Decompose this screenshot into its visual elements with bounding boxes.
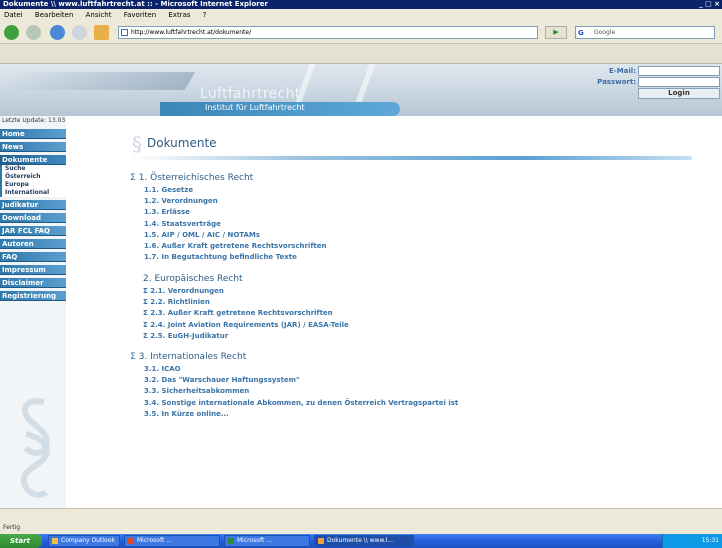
menu-item-ansicht[interactable]: Ansicht — [86, 11, 112, 19]
menu-bar: Datei Bearbeiten Ansicht Favoriten Extra… — [0, 9, 722, 22]
window-controls[interactable]: _ □ × — [699, 0, 720, 9]
sidebar-item-dokumente[interactable]: Dokumente — [0, 155, 66, 165]
main-content: § Dokumente Σ 1. Österreichisches Recht 1… — [66, 116, 722, 508]
stop-icon[interactable] — [72, 25, 87, 40]
system-tray: 15:31 — [662, 534, 722, 548]
section-europa: 2. Europäisches Recht Σ 2.1. Verordnunge… — [143, 273, 349, 342]
section-title[interactable]: Σ 1. Österreichisches Recht — [130, 172, 326, 185]
window-title-bar: Dokumente \\ www.luftfahrtrecht.at :: - … — [0, 0, 722, 9]
document-link[interactable]: 3.2. Das "Warschauer Haftungssystem" — [144, 375, 458, 386]
document-link[interactable]: 1.4. Staatsverträge — [144, 219, 326, 230]
sigma-icon: Σ — [130, 173, 136, 183]
home-icon[interactable] — [94, 25, 109, 40]
sidebar: Letzte Update: 13.03.2007 Home News Doku… — [0, 116, 66, 508]
address-input[interactable]: http://www.luftfahrtrecht.at/dokumente/ — [118, 26, 538, 39]
sidebar-subitem-international[interactable]: International — [2, 189, 66, 197]
page-title: Dokumente — [147, 136, 217, 150]
sidebar-item-impressum[interactable]: Impressum — [0, 265, 66, 275]
login-button[interactable]: Login — [638, 88, 720, 99]
document-link[interactable]: 3.4. Sonstige internationale Abkommen, z… — [144, 398, 458, 409]
taskbar-item-active[interactable]: Dokumente \\ www.l... — [314, 535, 414, 547]
links-strip — [0, 44, 722, 64]
document-link[interactable]: Σ 2.2. Richtlinien — [143, 297, 349, 308]
section-international: Σ 3. Internationales Recht 3.1. ICAO 3.2.… — [130, 351, 458, 420]
google-search-input[interactable]: G Google — [575, 26, 715, 39]
section-title[interactable]: Σ 3. Internationales Recht — [130, 351, 458, 364]
document-link[interactable]: 1.2. Verordnungen — [144, 196, 326, 207]
document-link[interactable]: 1.7. In Begutachtung befindliche Texte — [144, 252, 326, 263]
menu-item-extras[interactable]: Extras — [168, 11, 190, 19]
address-url: http://www.luftfahrtrecht.at/dokumente/ — [131, 29, 252, 36]
title-divider — [132, 156, 692, 160]
powerpoint-icon — [128, 538, 134, 544]
document-link[interactable]: 3.1. ICAO — [144, 364, 458, 375]
clock: 15:31 — [701, 537, 719, 544]
taskbar: Start Company Outlook Microsoft ... Micr… — [0, 534, 722, 548]
document-link[interactable]: Σ 2.1. Verordnungen — [143, 286, 349, 297]
excel-icon — [228, 538, 234, 544]
menu-item-favoriten[interactable]: Favoriten — [124, 11, 156, 19]
sidebar-item-registrierung[interactable]: Registrierung — [0, 291, 66, 301]
window-title: Dokumente \\ www.luftfahrtrecht.at :: - … — [3, 0, 268, 8]
taskbar-item[interactable]: Microsoft ... — [224, 535, 310, 547]
status-text: Fertig — [3, 524, 21, 531]
sidebar-item-jar-fcl-faq[interactable]: JAR FCL FAQ — [0, 226, 66, 236]
sidebar-item-disclaimer[interactable]: Disclaimer — [0, 278, 66, 288]
paragraph-decoration — [20, 398, 50, 498]
sidebar-item-judikatur[interactable]: Judikatur — [0, 200, 66, 210]
sidebar-subitem-suche[interactable]: Suche — [2, 165, 66, 173]
browser-icon — [318, 538, 324, 544]
page-icon — [121, 29, 128, 36]
google-label: Google — [594, 29, 616, 36]
sidebar-subnav: Suche Österreich Europa International — [0, 165, 66, 197]
forward-icon[interactable] — [26, 25, 41, 40]
sidebar-item-news[interactable]: News — [0, 142, 66, 152]
outlook-icon — [52, 538, 58, 544]
document-link[interactable]: 1.5. AIP / OML / AIC / NOTAMs — [144, 230, 326, 241]
email-label: E-Mail: — [609, 67, 636, 75]
last-updated: Letzte Update: 13.03.2007 — [2, 117, 66, 124]
sidebar-item-faq[interactable]: FAQ — [0, 252, 66, 262]
document-link[interactable]: Σ 2.4. Joint Aviation Requirements (JAR)… — [143, 320, 349, 331]
refresh-icon[interactable] — [50, 25, 65, 40]
document-link[interactable]: 3.5. In Kürze online... — [144, 409, 458, 420]
menu-item-datei[interactable]: Datei — [4, 11, 23, 19]
go-button[interactable]: ▶ — [545, 26, 567, 39]
sidebar-item-home[interactable]: Home — [0, 129, 66, 139]
sidebar-item-download[interactable]: Download — [0, 213, 66, 223]
document-link[interactable]: 3.3. Sicherheitsabkommen — [144, 386, 458, 397]
section-oesterreich: Σ 1. Österreichisches Recht 1.1. Gesetze … — [130, 172, 326, 263]
taskbar-item[interactable]: Microsoft ... — [124, 535, 220, 547]
start-button[interactable]: Start — [0, 534, 42, 548]
sigma-icon: Σ — [130, 352, 136, 362]
section-title[interactable]: 2. Europäisches Recht — [143, 273, 349, 286]
document-link[interactable]: 1.6. Außer Kraft getretene Rechtsvorschr… — [144, 241, 326, 252]
back-icon[interactable] — [4, 25, 19, 40]
address-toolbar: http://www.luftfahrtrecht.at/dokumente/ … — [0, 22, 722, 44]
menu-item-help[interactable]: ? — [203, 11, 207, 19]
email-field[interactable] — [638, 66, 720, 76]
taskbar-item[interactable]: Company Outlook — [48, 535, 120, 547]
document-link[interactable]: Σ 2.3. Außer Kraft getretene Rechtsvorsc… — [143, 308, 349, 319]
document-link[interactable]: 1.3. Erlässe — [144, 207, 326, 218]
site-title: Luftfahrtrecht — [200, 86, 301, 102]
sidebar-item-autoren[interactable]: Autoren — [0, 239, 66, 249]
sidebar-subitem-europa[interactable]: Europa — [2, 181, 66, 189]
menu-item-bearbeiten[interactable]: Bearbeiten — [35, 11, 73, 19]
status-bar: Fertig — [0, 508, 722, 534]
password-field[interactable] — [638, 77, 720, 87]
site-subtitle: Institut für Luftfahrtrecht — [205, 103, 305, 112]
google-icon: G — [578, 29, 584, 37]
document-link[interactable]: 1.1. Gesetze — [144, 185, 326, 196]
sidebar-subitem-oesterreich[interactable]: Österreich — [2, 173, 66, 181]
document-link[interactable]: Σ 2.5. EuGH-Judikatur — [143, 331, 349, 342]
paragraph-sign-icon: § — [132, 132, 142, 156]
airplane-graphic — [4, 72, 196, 90]
password-label: Passwort: — [597, 78, 636, 86]
